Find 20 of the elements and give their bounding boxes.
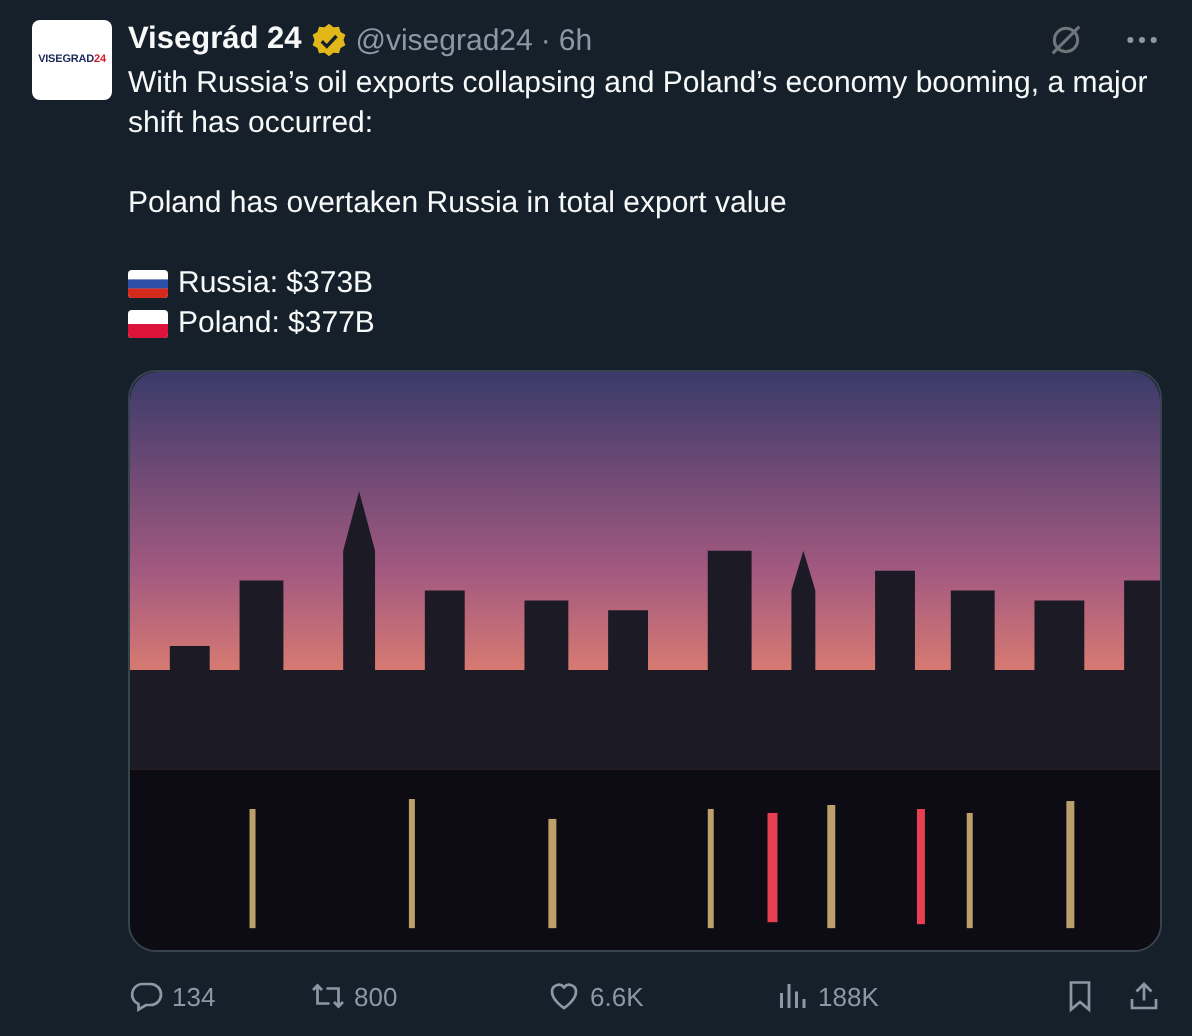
flag-icon bbox=[128, 310, 168, 338]
post-time[interactable]: 6h bbox=[558, 23, 593, 57]
heart-icon[interactable] bbox=[546, 978, 582, 1014]
action-count: 800 bbox=[354, 981, 398, 1011]
comment-icon[interactable] bbox=[128, 978, 164, 1014]
author-name[interactable]: Visegrád 24 bbox=[128, 22, 302, 58]
post-headline: Poland has overtaken Russia in total export value bbox=[128, 184, 789, 224]
separator-text: · bbox=[540, 23, 551, 57]
action-count: 188K bbox=[818, 981, 879, 1011]
city-skyline-drawing[interactable] bbox=[128, 370, 1162, 952]
stat-text: Russia: $373B bbox=[178, 264, 374, 304]
stat-text: Poland: $377B bbox=[178, 304, 375, 344]
author-handle[interactable]: @visegrad24 bbox=[355, 23, 533, 57]
bar-chart-icon[interactable] bbox=[774, 978, 810, 1014]
repost-icon[interactable] bbox=[310, 978, 346, 1014]
flag-icon bbox=[128, 270, 168, 298]
post-text: With Russia’s oil exports collapsing and Poland’s economy booming, a major shift has occurred: bbox=[128, 64, 1150, 144]
share-icon[interactable] bbox=[1126, 978, 1162, 1014]
action-count: 6.6K bbox=[590, 981, 644, 1011]
action-count: 134 bbox=[172, 981, 216, 1011]
